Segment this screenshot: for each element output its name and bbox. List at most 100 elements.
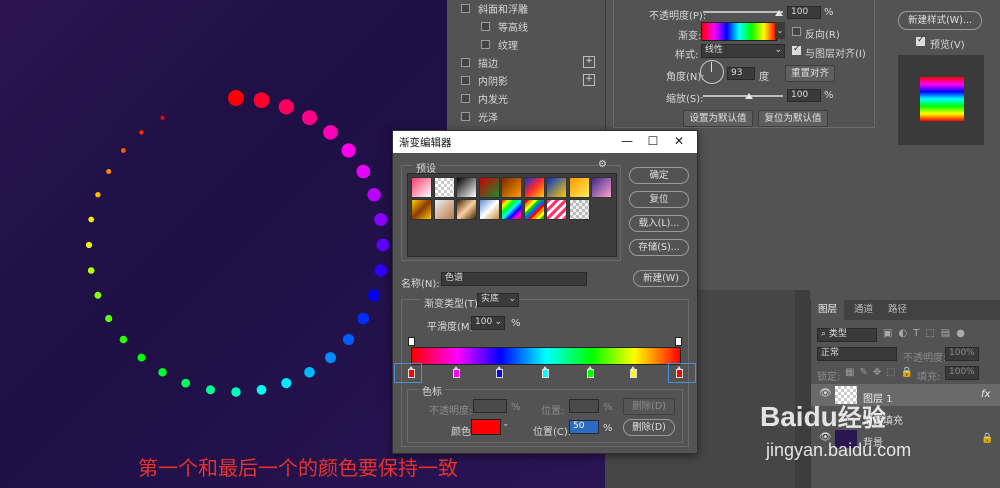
style-item-label: 纹理 bbox=[498, 40, 518, 52]
color-stops-label: 色标 bbox=[419, 383, 445, 398]
preset-swatch[interactable] bbox=[523, 177, 545, 198]
preset-swatch[interactable] bbox=[568, 199, 590, 220]
fx-icon[interactable]: fx bbox=[981, 389, 990, 400]
style-checkbox[interactable] bbox=[481, 39, 490, 49]
ring-dot bbox=[256, 384, 267, 395]
style-list-item[interactable]: 内发光 bbox=[461, 90, 601, 106]
preset-swatch[interactable] bbox=[411, 177, 432, 198]
angle-dial[interactable] bbox=[700, 60, 724, 84]
preview-checkbox[interactable] bbox=[916, 35, 925, 46]
save-button[interactable]: 存储(S)... bbox=[629, 239, 689, 256]
style-list-item[interactable]: 等高线 bbox=[481, 18, 621, 34]
preset-swatch[interactable] bbox=[591, 177, 612, 198]
overlay-style-select[interactable]: 线性 ⌄ bbox=[701, 44, 785, 58]
smoothness-input[interactable]: 100 ⌄ bbox=[471, 316, 505, 330]
preset-swatch[interactable] bbox=[456, 177, 477, 198]
lock-icons[interactable]: ▦✎✥⬚🔒 bbox=[845, 367, 918, 378]
fill-label: 填充: bbox=[917, 372, 941, 383]
ring-dot bbox=[323, 125, 338, 140]
overlay-opacity-input[interactable]: 100 bbox=[787, 6, 821, 19]
opacity-stop-left[interactable] bbox=[408, 337, 415, 346]
tab-channels[interactable]: 通道 bbox=[847, 300, 880, 320]
load-button[interactable]: 载入(L)... bbox=[629, 215, 689, 232]
overlay-style-value: 线性 bbox=[705, 45, 724, 55]
smoothness-value: 100 bbox=[475, 317, 493, 327]
chevron-down-icon[interactable]: ⌄ bbox=[502, 419, 510, 429]
gear-icon[interactable]: ⚙ bbox=[598, 159, 607, 170]
preset-swatch[interactable] bbox=[568, 177, 590, 198]
lock-pixels-icon: ✎ bbox=[859, 367, 873, 378]
fill-input[interactable]: 100% bbox=[945, 366, 979, 380]
add-effect-icon[interactable]: + bbox=[583, 56, 595, 68]
style-checkbox[interactable] bbox=[461, 57, 470, 67]
overlay-gradient-preview[interactable] bbox=[701, 22, 777, 41]
tab-layers[interactable]: 图层 bbox=[811, 300, 845, 320]
ok-button[interactable]: 确定 bbox=[629, 167, 689, 184]
overlay-opacity-slider[interactable] bbox=[703, 11, 783, 13]
stop-color-swatch[interactable] bbox=[471, 419, 501, 435]
color-stop[interactable] bbox=[541, 366, 549, 378]
layers-opacity-input[interactable]: 100% bbox=[945, 347, 979, 361]
color-stop[interactable] bbox=[629, 366, 637, 378]
color-stop[interactable] bbox=[453, 366, 461, 378]
ring-dot bbox=[356, 164, 371, 179]
preset-swatch[interactable] bbox=[433, 199, 455, 220]
preset-swatch[interactable] bbox=[546, 199, 567, 220]
ring-dot bbox=[158, 368, 167, 377]
preset-swatch[interactable] bbox=[501, 177, 522, 198]
add-effect-icon[interactable]: + bbox=[583, 74, 595, 86]
style-list-item[interactable]: 描边 + bbox=[461, 54, 601, 70]
preset-swatch[interactable] bbox=[501, 199, 522, 220]
color-stop[interactable] bbox=[587, 366, 595, 378]
overlay-opacity-knob[interactable] bbox=[775, 10, 783, 16]
opacity-stop-right[interactable] bbox=[675, 337, 682, 346]
minimize-icon[interactable]: — bbox=[619, 134, 635, 148]
reset-alignment-button[interactable]: 重置对齐 bbox=[785, 65, 835, 82]
blend-mode-select[interactable]: 正常 bbox=[817, 347, 897, 361]
align-with-layer-checkbox[interactable] bbox=[792, 44, 801, 55]
delete-color-stop-button[interactable]: 删除(D) bbox=[623, 419, 675, 436]
color-stop[interactable] bbox=[495, 366, 503, 378]
preset-swatch[interactable] bbox=[546, 177, 567, 198]
close-icon[interactable]: ✕ bbox=[671, 134, 687, 148]
maximize-icon[interactable]: ☐ bbox=[645, 134, 661, 148]
blend-mode-value: 正常 bbox=[821, 348, 840, 358]
overlay-gradient-dropdown[interactable]: ⌄ bbox=[775, 22, 785, 39]
gradient-type-select[interactable]: 实底 ⌄ bbox=[477, 293, 519, 307]
reset-to-default-button[interactable]: 复位为默认值 bbox=[758, 110, 828, 127]
gradient-bar[interactable] bbox=[411, 347, 681, 365]
stop-position-input[interactable]: 50 bbox=[569, 420, 599, 434]
overlay-scale-slider[interactable] bbox=[703, 95, 783, 97]
tab-paths[interactable]: 路径 bbox=[881, 300, 914, 320]
style-list-item[interactable]: 纹理 bbox=[481, 36, 621, 52]
name-input[interactable]: 色谱 bbox=[441, 272, 587, 286]
overlay-scale-unit: % bbox=[824, 90, 834, 101]
layer-filter-select[interactable]: ⌕ 类型 bbox=[817, 328, 877, 342]
overlay-angle-input[interactable]: 93 bbox=[727, 67, 755, 80]
style-checkbox[interactable] bbox=[461, 111, 470, 121]
preset-swatch[interactable] bbox=[478, 199, 500, 220]
style-checkbox[interactable] bbox=[461, 75, 470, 85]
stop-opacity-label: 不透明度: bbox=[429, 406, 473, 417]
style-checkbox[interactable] bbox=[481, 21, 490, 31]
preset-swatch[interactable] bbox=[433, 177, 455, 198]
new-style-button[interactable]: 新建样式(W)... bbox=[898, 11, 982, 30]
set-as-default-button[interactable]: 设置为默认值 bbox=[683, 110, 753, 127]
style-list-item[interactable]: 光泽 bbox=[461, 108, 601, 124]
style-list-item[interactable]: 斜面和浮雕 bbox=[461, 0, 601, 16]
style-checkbox[interactable] bbox=[461, 93, 470, 103]
style-checkbox[interactable] bbox=[461, 3, 470, 13]
preset-swatch[interactable] bbox=[478, 177, 500, 198]
overlay-scale-input[interactable]: 100 bbox=[787, 89, 821, 102]
preset-swatch[interactable] bbox=[411, 199, 432, 220]
preset-swatch[interactable] bbox=[456, 199, 477, 220]
overlay-scale-knob[interactable] bbox=[745, 93, 753, 99]
ring-dot bbox=[106, 169, 112, 174]
preset-swatch[interactable] bbox=[523, 199, 545, 220]
reverse-checkbox[interactable] bbox=[792, 27, 801, 36]
new-gradient-button[interactable]: 新建(W) bbox=[633, 270, 689, 287]
style-list-item[interactable]: 内阴影 + bbox=[461, 72, 601, 88]
dialog-titlebar[interactable]: 渐变编辑器 — ☐ ✕ bbox=[393, 131, 697, 153]
reset-button[interactable]: 复位 bbox=[629, 191, 689, 208]
layer-filter-icons[interactable]: ▣◐T⬚▤● bbox=[883, 328, 971, 339]
